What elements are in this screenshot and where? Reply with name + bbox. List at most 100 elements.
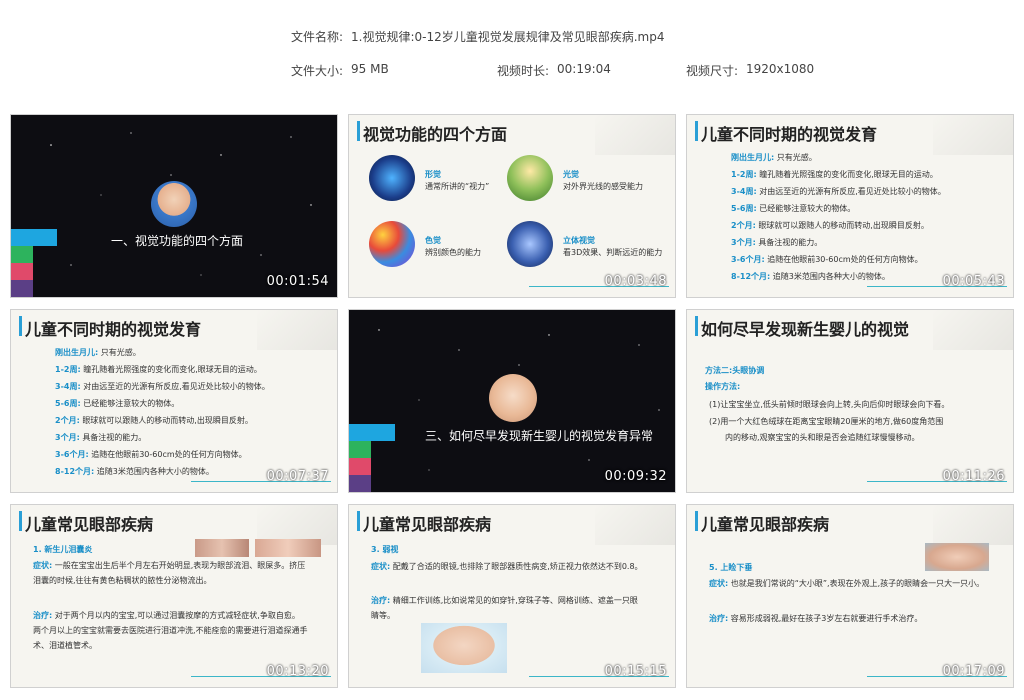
accent-bar-green: [11, 246, 33, 263]
step-2: (2)用一个大红色绒球在距离宝宝眼睛20厘米的地方,做60度角范围: [709, 417, 944, 426]
slide-title: 儿童常见眼部疾病: [363, 515, 492, 534]
title-accent: [695, 316, 698, 336]
thumbnail-8[interactable]: 儿童常见眼部疾病 3. 弱视 症状: 配戴了合适的眼镜,也排除了眼部器质性病变,…: [348, 504, 676, 688]
symptom-line: 症状: 一般在宝宝出生后半个月左右开始明显,表现为眼部流泪、眼屎多。挤压: [33, 561, 306, 570]
treatment-line: 睛等。: [371, 611, 395, 620]
title-accent: [357, 121, 360, 141]
slide-title: 儿童不同时期的视觉发育: [701, 125, 878, 144]
dimension-label: 视频尺寸:: [686, 64, 739, 78]
slide-title: 视觉功能的四个方面: [363, 125, 508, 144]
symptom-line: 症状: 也就是我们常说的“大小眼”,表现在外观上,孩子的眼睛会一只大一只小。: [709, 579, 985, 588]
step-1: (1)让宝宝坐立,低头前倾时眼球会向上转,头向后仰时眼球会向下看。: [709, 400, 950, 409]
thumbnail-5[interactable]: 三、如何尽早发现新生婴儿的视觉发育异常 00:09:32: [348, 309, 676, 493]
corner-shade: [257, 310, 337, 350]
list-item: 3个月: 具备注视的能力。: [55, 433, 147, 442]
fiber-optic-photo: [369, 155, 415, 201]
list-item: 8-12个月: 追随3米范围内各种大小的物体。: [55, 467, 214, 476]
baby-with-glasses-photo: [489, 374, 537, 422]
list-item: 2个月: 眼球就可以跟随人的移动而转动,出现瞬目反射。: [55, 416, 253, 425]
file-size-label: 文件大小:: [291, 64, 344, 78]
method-heading: 方法二:头眼协调: [705, 366, 765, 375]
feature-label: 色觉: [425, 236, 441, 245]
duration-label: 视频时长:: [497, 64, 550, 78]
step-2-cont: 内的移动,观察宝宝的头和眼是否会追随红球慢慢移动。: [725, 433, 920, 442]
list-item: 5-6周: 已经能够注意较大的物体。: [55, 399, 180, 408]
list-item: 3个月: 具备注视的能力。: [731, 238, 823, 247]
file-name-value: 1.视觉规律:0-12岁儿童视觉发展规律及常见眼部疾病.mp4: [351, 30, 665, 44]
timestamp: 00:05:43: [942, 274, 1005, 289]
accent-bar-blue: [11, 229, 57, 246]
list-item: 2个月: 眼球就可以跟随人的移动而转动,出现瞬目反射。: [731, 221, 929, 230]
symptom-line: 症状: 配戴了合适的眼镜,也排除了眼部器质性病变,矫正视力依然达不到0.8。: [371, 562, 643, 571]
accent-bar-blue: [349, 424, 395, 441]
feature-label: 光觉: [563, 170, 579, 179]
infant-eye-photo: [195, 539, 249, 557]
accent-bar-pink: [349, 458, 371, 475]
thumbnail-9[interactable]: 儿童常见眼部疾病 5. 上睑下垂 症状: 也就是我们常说的“大小眼”,表现在外观…: [686, 504, 1014, 688]
corner-shade: [595, 115, 675, 155]
dimension-value: 1920x1080: [746, 62, 815, 76]
accent-bar-purple: [11, 280, 33, 297]
section-title: 三、如何尽早发现新生婴儿的视觉发育异常: [425, 429, 654, 443]
feature-label: 形觉: [425, 170, 441, 179]
disease-heading: 3. 弱视: [371, 545, 399, 554]
slide-title: 儿童常见眼部疾病: [701, 515, 830, 534]
tree-sunlight-photo: [507, 155, 553, 201]
thumbnail-3[interactable]: 儿童不同时期的视觉发育 刚出生月儿: 只有光感。 1-2周: 瞳孔随着光照强度的…: [686, 114, 1014, 298]
symptom-line: 泪囊的时候,往往有黄色粘稠状的脓性分泌物流出。: [33, 576, 212, 585]
treatment-line: 两个月以上的宝宝就需要去医院进行泪道冲洗,不能痊愈的需要进行泪道探通手: [33, 626, 308, 635]
timestamp: 00:11:26: [942, 469, 1005, 484]
list-item: 8-12个月: 追随3米范围内各种大小的物体。: [731, 272, 890, 281]
timestamp: 00:17:09: [942, 664, 1005, 679]
file-name-label: 文件名称:: [291, 30, 344, 44]
list-item: 3-4周: 对由远至近的光源有所反应,看见近处比较小的物体。: [731, 187, 946, 196]
timestamp: 00:15:15: [604, 664, 667, 679]
duration-value: 00:19:04: [557, 62, 611, 76]
list-item: 刚出生月儿: 只有光感。: [55, 348, 141, 357]
colorful-balls-photo: [369, 221, 415, 267]
disease-heading: 1. 新生儿泪囊炎: [33, 545, 93, 554]
accent-bar-pink: [11, 263, 33, 280]
ptosis-child-photo: [925, 543, 989, 571]
title-accent: [357, 511, 360, 531]
file-size-value: 95 MB: [351, 62, 389, 76]
list-item: 刚出生月儿: 只有光感。: [731, 153, 817, 162]
list-item: 3-6个月: 追随在他眼前30-60cm处的任何方向物体。: [731, 255, 923, 264]
slide-title: 如何尽早发现新生婴儿的视觉: [701, 320, 910, 339]
list-item: 1-2周: 瞳孔随着光照强度的变化而变化,眼球无目的运动。: [55, 365, 262, 374]
feature-desc: 对外界光线的感受能力: [563, 182, 643, 191]
timestamp: 00:01:54: [266, 274, 329, 289]
feature-desc: 通常所讲的“视力”: [425, 182, 490, 191]
title-accent: [695, 511, 698, 531]
infant-eye-photo: [255, 539, 321, 557]
thumbnail-2[interactable]: 视觉功能的四个方面 形觉 通常所讲的“视力” 光觉 对外界光线的感受能力 色觉 …: [348, 114, 676, 298]
corner-shade: [595, 505, 675, 545]
feature-desc: 看3D效果、判断远近的能力: [563, 248, 663, 257]
thumbnail-7[interactable]: 儿童常见眼部疾病 1. 新生儿泪囊炎 症状: 一般在宝宝出生后半个月左右开始明显…: [10, 504, 338, 688]
thumbnail-1[interactable]: 一、视觉功能的四个方面 00:01:54: [10, 114, 338, 298]
slide-title: 儿童不同时期的视觉发育: [25, 320, 202, 339]
list-item: 3-4周: 对由远至近的光源有所反应,看见近处比较小的物体。: [55, 382, 270, 391]
treatment-line: 治疗: 精细工作训练,比如说常见的如穿针,穿珠子等、网格训练、遮盖一只眼: [371, 596, 638, 605]
baby-glasses-photo: [421, 623, 507, 673]
thumbnail-6[interactable]: 如何尽早发现新生婴儿的视觉 方法二:头眼协调 操作方法: (1)让宝宝坐立,低头…: [686, 309, 1014, 493]
accent-bar-purple: [349, 475, 371, 492]
feature-label: 立体视觉: [563, 236, 595, 245]
list-item: 5-6周: 已经能够注意较大的物体。: [731, 204, 856, 213]
child-eye-test-photo: [151, 181, 197, 227]
list-item: 1-2周: 瞳孔随着光照强度的变化而变化,眼球无目的运动。: [731, 170, 938, 179]
3d-vision-photo: [507, 221, 553, 267]
list-item: 3-6个月: 追随在他眼前30-60cm处的任何方向物体。: [55, 450, 247, 459]
timestamp: 00:03:48: [604, 274, 667, 289]
timestamp: 00:09:32: [604, 469, 667, 484]
title-accent: [695, 121, 698, 141]
corner-shade: [933, 310, 1013, 350]
title-accent: [19, 511, 22, 531]
feature-desc: 辨别颜色的能力: [425, 248, 481, 257]
slide-title: 儿童常见眼部疾病: [25, 515, 154, 534]
section-title: 一、视觉功能的四个方面: [111, 234, 244, 248]
operation-heading: 操作方法:: [705, 382, 741, 391]
treatment-line: 术、泪道植管术。: [33, 641, 97, 650]
corner-shade: [933, 115, 1013, 155]
thumbnail-4[interactable]: 儿童不同时期的视觉发育 刚出生月儿: 只有光感。 1-2周: 瞳孔随着光照强度的…: [10, 309, 338, 493]
